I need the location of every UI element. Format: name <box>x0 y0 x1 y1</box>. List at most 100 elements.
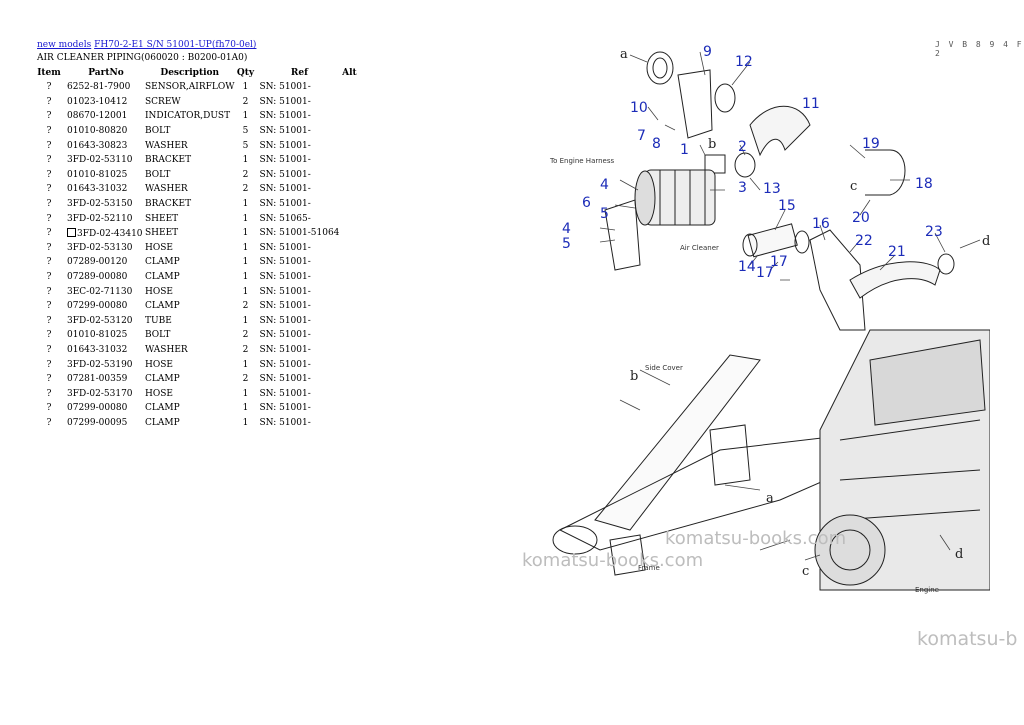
row-partno-cell: 01010-81025 <box>67 330 128 341</box>
label-side-cover: Side Cover <box>645 364 683 372</box>
letter-d-bottom: d <box>955 547 963 562</box>
exploded-parts-diagram: 9 12 11 10 7 8 1 2 19 18 4 3 13 6 5 20 1… <box>549 44 990 594</box>
row-description-cell: SHEET <box>145 228 179 239</box>
row-description-cell: HOSE <box>145 388 173 399</box>
row-qty-cell: 1 <box>242 82 249 93</box>
breadcrumb-model-link[interactable]: FH70-2-E1 S/N 51001-UP(fh70-0el) <box>94 40 256 50</box>
column-header-description: Description <box>160 68 220 78</box>
row-item-cell: ? <box>46 140 52 151</box>
row-item-cell: ? <box>46 213 52 224</box>
breadcrumb-new-models-link[interactable]: new models <box>37 40 91 50</box>
row-partno-cell: 01023-10412 <box>67 96 128 107</box>
table-header-row: Item PartNo Description Qty Ref Alt <box>36 66 359 80</box>
row-qty-cell: 1 <box>242 228 249 239</box>
letter-d-top: d <box>982 234 990 249</box>
row-description-cell: HOSE <box>145 242 173 253</box>
table-row: ? 3FD-02-53110 BRACKET 1 SN: 51001- <box>36 153 359 168</box>
watermark-text: komatsu-books.com <box>522 550 704 571</box>
clamp-ring-shape <box>646 51 674 85</box>
table-row: ? 01010-81025 BOLT 2 SN: 51001- <box>36 328 359 343</box>
row-alt-cell <box>339 138 359 153</box>
callout-6: 6 <box>582 195 591 211</box>
row-ref-cell: SN: 51001- <box>259 359 311 370</box>
row-item-cell: ? <box>46 359 52 370</box>
table-row: ? 3FD-02-52110 SHEET 1 SN: 51065- <box>36 211 359 226</box>
letter-c-top: c <box>850 179 857 194</box>
watermark-text: komatsu-books.com <box>665 528 847 549</box>
callout-17: 17 <box>756 265 774 281</box>
row-alt-cell <box>339 168 359 183</box>
row-item-cell: ? <box>46 272 52 283</box>
row-qty-cell: 1 <box>242 213 249 224</box>
row-partno-cell: 01643-31032 <box>67 344 128 355</box>
callout-5-bottom: 5 <box>562 236 571 252</box>
row-description-cell: BOLT <box>145 169 171 180</box>
row-alt-cell <box>339 328 359 343</box>
callout-2: 2 <box>738 139 747 155</box>
row-qty-cell: 2 <box>242 344 249 355</box>
row-ref-cell: SN: 51001-51064 <box>259 228 340 239</box>
callout-3: 3 <box>738 180 747 196</box>
row-item-cell: ? <box>46 257 52 268</box>
table-row: ? 3EC-02-71130 HOSE 1 SN: 51001- <box>36 284 359 299</box>
row-qty-cell: 1 <box>242 155 249 166</box>
row-item-cell: ? <box>46 417 52 428</box>
table-row: ? 01643-31032 WASHER 2 SN: 51001- <box>36 343 359 358</box>
callout-10: 10 <box>630 100 648 116</box>
callout-11: 11 <box>802 96 820 112</box>
row-qty-cell: 1 <box>242 257 249 268</box>
page-subtitle: AIR CLEANER PIPING(060020 : B0200-01A0) <box>37 53 248 63</box>
row-alt-cell <box>339 226 359 241</box>
side-cover-shape <box>594 354 761 531</box>
row-ref-cell: SN: 51001- <box>259 315 311 326</box>
breadcrumb: new models FH70-2-E1 S/N 51001-UP(fh70-0… <box>37 40 256 50</box>
row-partno-cell: 01010-80820 <box>67 126 128 137</box>
column-header-alt: Alt <box>342 68 357 78</box>
table-row: ? 01010-80820 BOLT 5 SN: 51001- <box>36 124 359 139</box>
row-qty-cell: 2 <box>242 330 249 341</box>
row-partno-cell: 01643-30823 <box>67 140 128 151</box>
row-qty-cell: 1 <box>242 403 249 414</box>
callout-16: 16 <box>812 216 830 232</box>
callout-7: 7 <box>637 128 646 144</box>
row-item-cell: ? <box>46 96 52 107</box>
table-row: ? 3FD-02-53190 HOSE 1 SN: 51001- <box>36 357 359 372</box>
callout-23: 23 <box>925 224 943 240</box>
row-alt-cell <box>339 372 359 387</box>
row-item-cell: ? <box>46 301 52 312</box>
row-ref-cell: SN: 51001- <box>259 286 311 297</box>
row-ref-cell: SN: 51065- <box>259 213 311 224</box>
row-alt-cell <box>339 182 359 197</box>
row-item-cell: ? <box>46 344 52 355</box>
letter-a-top: a <box>620 47 628 62</box>
row-alt-cell <box>339 153 359 168</box>
row-description-cell: INDICATOR,DUST <box>145 111 231 122</box>
row-qty-cell: 2 <box>242 184 249 195</box>
row-alt-cell <box>339 255 359 270</box>
row-description-cell: CLAMP <box>145 403 180 414</box>
callout-4-bottom: 4 <box>562 221 571 237</box>
table-row: ? 3FD-02-53130 HOSE 1 SN: 51001- <box>36 241 359 256</box>
row-alt-cell <box>339 314 359 329</box>
row-ref-cell: SN: 51001- <box>259 155 311 166</box>
callout-12: 12 <box>735 54 753 70</box>
row-qty-cell: 5 <box>242 126 249 137</box>
row-item-cell: ? <box>46 330 52 341</box>
row-partno-cell: 07299-00080 <box>67 403 128 414</box>
row-item-cell: ? <box>46 403 52 414</box>
row-alt-cell <box>339 270 359 285</box>
row-ref-cell: SN: 51001- <box>259 330 311 341</box>
callout-14: 14 <box>738 259 756 275</box>
row-partno-cell: 07299-00095 <box>67 417 128 428</box>
row-description-cell: WASHER <box>145 344 188 355</box>
row-description-cell: WASHER <box>145 184 188 195</box>
letter-a-bottom: a <box>766 491 774 506</box>
row-ref-cell: SN: 51001- <box>259 403 311 414</box>
table-row: ? 3FD-02-43410 SHEET 1 SN: 51001-51064 <box>36 226 359 241</box>
row-description-cell: BRACKET <box>145 199 192 210</box>
row-partno-cell: 01010-81025 <box>67 169 128 180</box>
watermark-text: komatsu-b <box>917 628 1018 650</box>
row-qty-cell: 2 <box>242 374 249 385</box>
row-partno-cell: 07299-00080 <box>67 301 128 312</box>
row-ref-cell: SN: 51001- <box>259 257 311 268</box>
